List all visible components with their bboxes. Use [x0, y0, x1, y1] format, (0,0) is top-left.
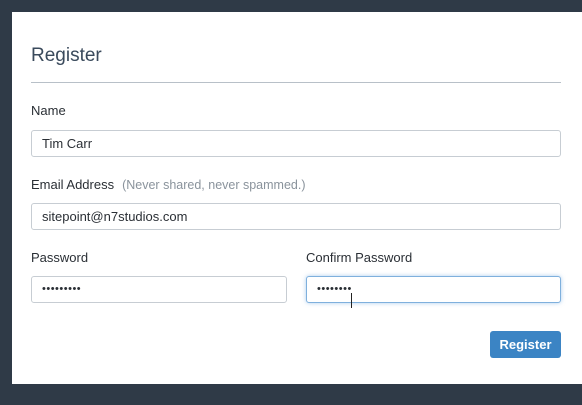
title-divider — [31, 82, 561, 83]
register-card: Register Name Tim Carr Email Address (Nev… — [12, 12, 582, 384]
password-label: Password — [31, 250, 89, 265]
confirm-password-label: Confirm Password — [306, 250, 413, 265]
email-input[interactable]: sitepoint@n7studios.com — [31, 203, 561, 230]
email-hint: (Never shared, never spammed.) — [122, 178, 306, 192]
email-label-row: Email Address (Never shared, never spamme… — [31, 177, 306, 192]
name-input[interactable]: Tim Carr — [31, 130, 561, 157]
text-cursor — [351, 293, 352, 308]
name-label: Name — [31, 103, 66, 118]
password-input[interactable]: ••••••••• — [31, 276, 287, 303]
form-title: Register — [31, 45, 102, 66]
confirm-password-input[interactable]: •••••••• — [306, 276, 561, 303]
email-label: Email Address — [31, 177, 115, 192]
register-button[interactable]: Register — [490, 331, 561, 358]
